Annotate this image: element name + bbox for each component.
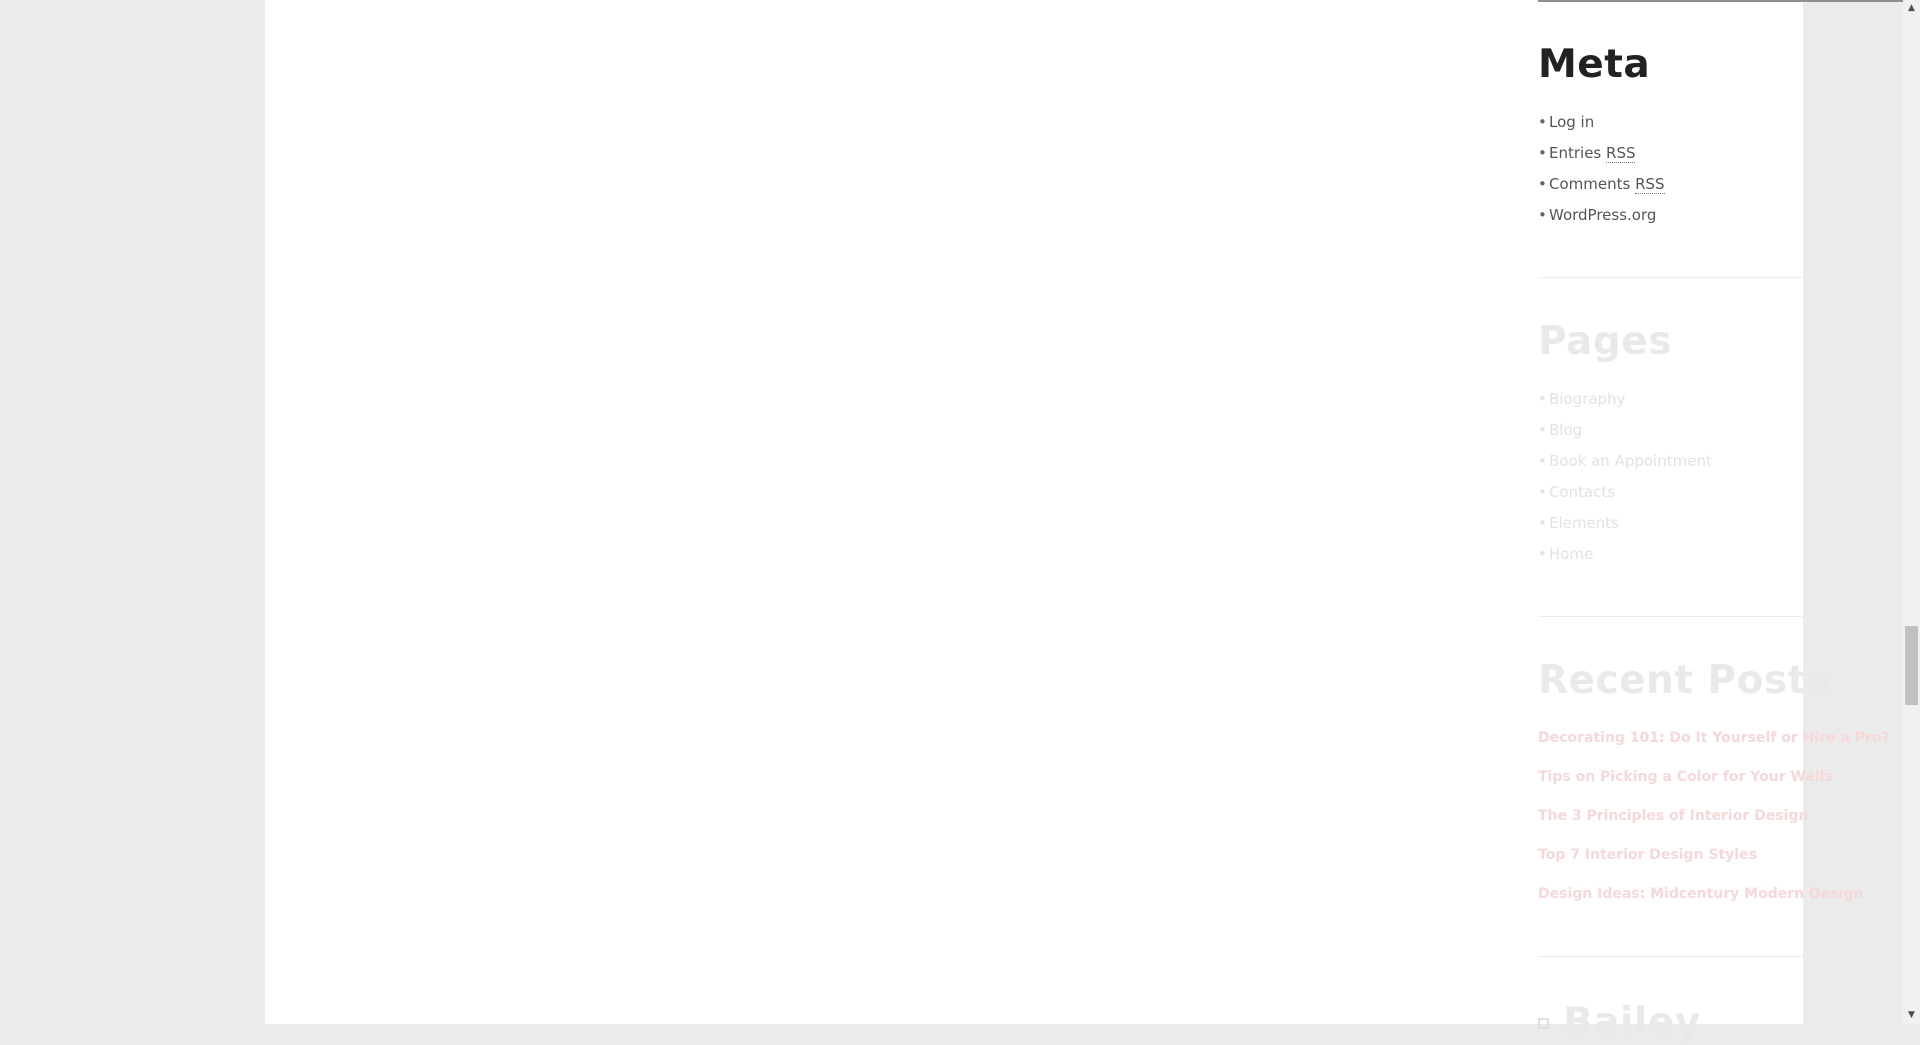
bailey-widget-title: Bailey [1563, 1000, 1701, 1045]
meta-link-comments[interactable]: Comments [1549, 175, 1635, 193]
scroll-down-arrow-icon[interactable]: ▼ [1903, 1007, 1920, 1024]
recent-post-item[interactable]: Top 7 Interior Design Styles [1538, 845, 1757, 865]
pages-item-home[interactable]: • Home [1538, 544, 1593, 564]
pages-link[interactable]: Blog [1549, 421, 1582, 439]
pages-item-book-appointment[interactable]: • Book an Appointment [1538, 451, 1712, 471]
rss-abbr[interactable]: RSS [1606, 144, 1636, 163]
bullet: • [1538, 452, 1547, 470]
meta-widget-title: Meta [1538, 42, 1651, 87]
bullet: • [1538, 206, 1547, 224]
bullet: • [1538, 113, 1547, 131]
sidebar-divider [1538, 0, 1920, 2]
meta-item-comments-rss[interactable]: • Comments RSS [1538, 174, 1665, 194]
widget-divider [1538, 616, 1920, 617]
recent-post-item[interactable]: Decorating 101: Do It Yourself or Hire a… [1538, 728, 1890, 748]
pages-item-blog[interactable]: • Blog [1538, 420, 1582, 440]
pages-link[interactable]: Book an Appointment [1549, 452, 1712, 470]
meta-item-wordpress-org[interactable]: • WordPress.org [1538, 205, 1656, 225]
bullet: • [1538, 175, 1547, 193]
recent-posts-widget-title: Recent Posts [1538, 658, 1831, 703]
vertical-scrollbar[interactable]: ▲ ▼ [1903, 0, 1920, 1024]
pages-item-contacts[interactable]: • Contacts [1538, 482, 1615, 502]
scroll-up-arrow-icon[interactable]: ▲ [1903, 0, 1920, 17]
pages-item-elements[interactable]: • Elements [1538, 513, 1619, 533]
widget-divider [1538, 277, 1920, 278]
pages-widget-title: Pages [1538, 319, 1672, 364]
pages-link[interactable]: Biography [1549, 390, 1625, 408]
recent-post-item[interactable]: The 3 Principles of Interior Design [1538, 806, 1808, 826]
page-content: Meta • Log in • Entries RSS • Comments RSS … [265, 0, 1920, 1045]
meta-link-entries[interactable]: Entries [1549, 144, 1606, 162]
bullet: • [1538, 514, 1547, 532]
pages-item-biography[interactable]: • Biography [1538, 389, 1625, 409]
bullet: • [1538, 421, 1547, 439]
meta-link-log-in[interactable]: Log in [1549, 113, 1594, 131]
bullet: • [1538, 545, 1547, 563]
pages-link[interactable]: Elements [1549, 514, 1619, 532]
recent-post-item[interactable]: Design Ideas: Midcentury Modern Design [1538, 884, 1863, 904]
bullet: • [1538, 390, 1547, 408]
pages-link[interactable]: Contacts [1549, 483, 1615, 501]
meta-item-log-in[interactable]: • Log in [1538, 112, 1594, 132]
scrollbar-thumb[interactable] [1905, 626, 1918, 705]
pages-link[interactable]: Home [1549, 545, 1593, 563]
meta-item-entries-rss[interactable]: • Entries RSS [1538, 143, 1636, 163]
bullet: • [1538, 144, 1547, 162]
bullet: • [1538, 483, 1547, 501]
rss-abbr[interactable]: RSS [1635, 175, 1665, 194]
recent-post-item[interactable]: Tips on Picking a Color for Your Walls [1538, 767, 1833, 787]
meta-link-wordpress-org[interactable]: WordPress.org [1549, 206, 1656, 224]
widget-divider [1538, 956, 1920, 957]
